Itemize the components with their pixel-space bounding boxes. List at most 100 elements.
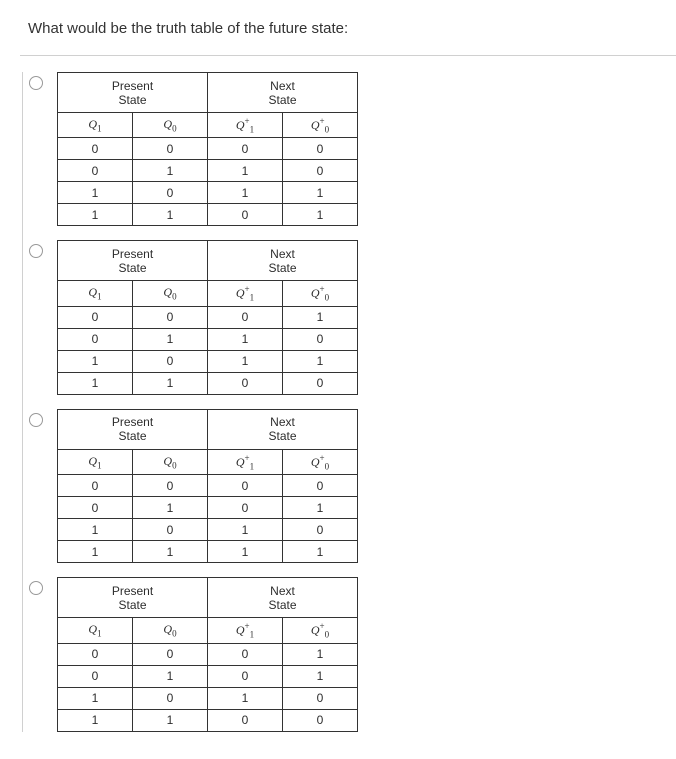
table-row: 0101 <box>58 497 358 519</box>
q0-col: Q0 <box>133 618 208 643</box>
cell-q0p: 1 <box>283 306 358 328</box>
q1-col: Q1 <box>58 618 133 643</box>
cell-q1p: 1 <box>208 328 283 350</box>
cell-q0: 1 <box>133 541 208 563</box>
q1p-col: Q+1 <box>208 113 283 138</box>
next-state-header: NextState <box>208 578 358 618</box>
cell-q1: 0 <box>58 306 133 328</box>
present-state-header: PresentState <box>58 409 208 449</box>
cell-q0: 0 <box>133 643 208 665</box>
cell-q0: 0 <box>133 138 208 160</box>
cell-q0p: 0 <box>283 160 358 182</box>
cell-q1p: 1 <box>208 541 283 563</box>
table-row: 1100 <box>58 372 358 394</box>
next-state-header: NextState <box>208 409 358 449</box>
table-row: 0000 <box>58 138 358 160</box>
present-state-header: PresentState <box>58 578 208 618</box>
cell-q0p: 1 <box>283 541 358 563</box>
cell-q1p: 0 <box>208 643 283 665</box>
options-container: PresentStateNextStateQ1Q0Q+1Q+0000001101… <box>22 72 676 732</box>
cell-q1: 1 <box>58 350 133 372</box>
cell-q0p: 0 <box>283 328 358 350</box>
table-row: 0001 <box>58 643 358 665</box>
truth-table-2: PresentStateNextStateQ1Q0Q+1Q+0000001011… <box>57 409 358 563</box>
cell-q1p: 0 <box>208 204 283 226</box>
next-state-header: NextState <box>208 241 358 281</box>
cell-q0p: 1 <box>283 182 358 204</box>
table-row: 0001 <box>58 306 358 328</box>
q1p-col: Q+1 <box>208 281 283 306</box>
cell-q0p: 1 <box>283 665 358 687</box>
cell-q0p: 1 <box>283 350 358 372</box>
table-row: 1011 <box>58 350 358 372</box>
cell-q1: 0 <box>58 643 133 665</box>
cell-q1p: 0 <box>208 372 283 394</box>
q0-col: Q0 <box>133 281 208 306</box>
cell-q0: 0 <box>133 350 208 372</box>
cell-q1: 1 <box>58 687 133 709</box>
cell-q1: 0 <box>58 328 133 350</box>
cell-q0: 1 <box>133 709 208 731</box>
cell-q0: 1 <box>133 665 208 687</box>
q0p-col: Q+0 <box>283 281 358 306</box>
radio-option-3[interactable] <box>29 581 43 595</box>
truth-table-3: PresentStateNextStateQ1Q0Q+1Q+0000101011… <box>57 577 358 731</box>
cell-q1: 0 <box>58 475 133 497</box>
cell-q1: 1 <box>58 204 133 226</box>
cell-q1: 0 <box>58 665 133 687</box>
question-text: What would be the truth table of the fut… <box>20 20 676 37</box>
present-state-header: PresentState <box>58 73 208 113</box>
truth-table-0: PresentStateNextStateQ1Q0Q+1Q+0000001101… <box>57 72 358 226</box>
cell-q0: 0 <box>133 519 208 541</box>
cell-q1: 1 <box>58 709 133 731</box>
option-row-3: PresentStateNextStateQ1Q0Q+1Q+0000101011… <box>23 577 676 731</box>
cell-q0p: 1 <box>283 497 358 519</box>
q0-col: Q0 <box>133 113 208 138</box>
cell-q0: 1 <box>133 328 208 350</box>
table-row: 1010 <box>58 519 358 541</box>
cell-q0: 1 <box>133 204 208 226</box>
q1-col: Q1 <box>58 113 133 138</box>
option-row-2: PresentStateNextStateQ1Q0Q+1Q+0000001011… <box>23 409 676 563</box>
cell-q0: 1 <box>133 497 208 519</box>
cell-q1p: 1 <box>208 687 283 709</box>
q0p-col: Q+0 <box>283 618 358 643</box>
table-row: 1101 <box>58 204 358 226</box>
cell-q1p: 0 <box>208 475 283 497</box>
cell-q1p: 1 <box>208 519 283 541</box>
cell-q0: 0 <box>133 306 208 328</box>
cell-q0p: 0 <box>283 519 358 541</box>
cell-q1p: 0 <box>208 497 283 519</box>
table-row: 0110 <box>58 328 358 350</box>
table-row: 0000 <box>58 475 358 497</box>
cell-q0p: 0 <box>283 372 358 394</box>
cell-q0p: 0 <box>283 138 358 160</box>
cell-q1: 1 <box>58 519 133 541</box>
q1p-col: Q+1 <box>208 618 283 643</box>
option-row-0: PresentStateNextStateQ1Q0Q+1Q+0000001101… <box>23 72 676 226</box>
cell-q1: 1 <box>58 372 133 394</box>
present-state-header: PresentState <box>58 241 208 281</box>
cell-q1p: 0 <box>208 306 283 328</box>
cell-q0p: 0 <box>283 709 358 731</box>
cell-q0: 0 <box>133 687 208 709</box>
q0-col: Q0 <box>133 449 208 474</box>
radio-option-1[interactable] <box>29 244 43 258</box>
option-row-1: PresentStateNextStateQ1Q0Q+1Q+0000101101… <box>23 240 676 394</box>
table-row: 0101 <box>58 665 358 687</box>
q0p-col: Q+0 <box>283 113 358 138</box>
table-row: 0110 <box>58 160 358 182</box>
q1-col: Q1 <box>58 281 133 306</box>
cell-q1p: 0 <box>208 665 283 687</box>
cell-q1: 0 <box>58 160 133 182</box>
cell-q1: 0 <box>58 138 133 160</box>
cell-q1p: 0 <box>208 138 283 160</box>
radio-option-2[interactable] <box>29 413 43 427</box>
cell-q0p: 0 <box>283 475 358 497</box>
cell-q1p: 1 <box>208 350 283 372</box>
cell-q0p: 1 <box>283 204 358 226</box>
cell-q0p: 0 <box>283 687 358 709</box>
truth-table-1: PresentStateNextStateQ1Q0Q+1Q+0000101101… <box>57 240 358 394</box>
cell-q1: 1 <box>58 541 133 563</box>
radio-option-0[interactable] <box>29 76 43 90</box>
